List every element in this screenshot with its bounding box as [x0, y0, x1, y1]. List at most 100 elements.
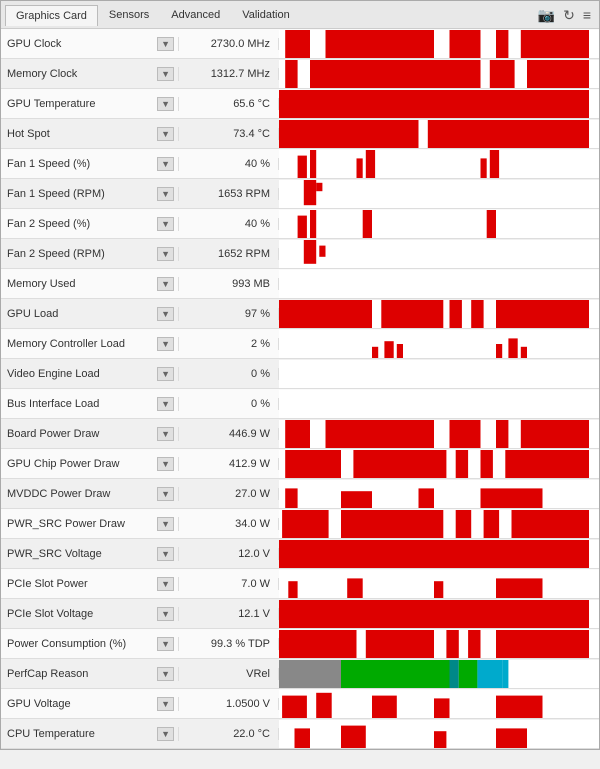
- sensor-value-label: 993 MB: [179, 278, 279, 290]
- sensor-name-label: GPU Voltage: [7, 698, 71, 710]
- sensor-graph: [279, 690, 599, 718]
- sensor-name-label: GPU Chip Power Draw: [7, 458, 119, 470]
- table-row: Fan 1 Speed (%)▼40 %: [1, 149, 599, 179]
- sensor-graph: [279, 240, 599, 268]
- sensor-value-label: 412.9 W: [179, 458, 279, 470]
- sensor-graph: [279, 570, 599, 598]
- camera-icon[interactable]: 📷: [538, 8, 555, 22]
- dropdown-arrow-icon[interactable]: ▼: [157, 637, 174, 651]
- sensor-graph: [279, 60, 599, 88]
- sensor-value-label: 12.0 V: [179, 548, 279, 560]
- sensor-value-label: 40 %: [179, 218, 279, 230]
- sensor-graph: [279, 180, 599, 208]
- dropdown-arrow-icon[interactable]: ▼: [157, 97, 174, 111]
- dropdown-arrow-icon[interactable]: ▼: [157, 487, 174, 501]
- refresh-icon[interactable]: ↻: [563, 8, 575, 22]
- table-row: Bus Interface Load▼0 %: [1, 389, 599, 419]
- tab-advanced[interactable]: Advanced: [160, 4, 231, 25]
- sensor-value-label: 1652 RPM: [179, 248, 279, 260]
- sensor-value-label: 99.3 % TDP: [179, 638, 279, 650]
- sensor-value-label: 65.6 °C: [179, 98, 279, 110]
- sensor-value-label: VRel: [179, 668, 279, 680]
- sensor-value-label: 27.0 W: [179, 488, 279, 500]
- sensor-name-label: Memory Clock: [7, 68, 77, 80]
- sensor-value-label: 97 %: [179, 308, 279, 320]
- table-row: PCIe Slot Power ▼ 7.0 W: [1, 569, 599, 599]
- dropdown-arrow-icon[interactable]: ▼: [157, 367, 174, 381]
- dropdown-arrow-icon[interactable]: ▼: [157, 397, 174, 411]
- sensor-name-label: GPU Load: [7, 308, 58, 320]
- sensor-name-label: GPU Temperature: [7, 98, 95, 110]
- sensor-value-label: 2 %: [179, 338, 279, 350]
- dropdown-arrow-icon[interactable]: ▼: [157, 547, 174, 561]
- dropdown-arrow-icon[interactable]: ▼: [157, 697, 174, 711]
- table-row: PWR_SRC Power Draw▼34.0 W: [1, 509, 599, 539]
- sensor-name-label: Fan 1 Speed (RPM): [7, 188, 105, 200]
- sensor-graph: [279, 300, 599, 328]
- sensor-value-label: 2730.0 MHz: [179, 38, 279, 50]
- dropdown-arrow-icon[interactable]: ▼: [157, 307, 174, 321]
- tab-validation[interactable]: Validation: [231, 4, 301, 25]
- sensor-name-label: Memory Controller Load: [7, 338, 125, 350]
- menu-icon[interactable]: ≡: [583, 8, 591, 22]
- sensor-value-label: 12.1 V: [179, 608, 279, 620]
- table-row: GPU Chip Power Draw ▼ 412.9 W: [1, 449, 599, 479]
- sensor-name-label: Fan 1 Speed (%): [7, 158, 90, 170]
- dropdown-arrow-icon[interactable]: ▼: [157, 67, 174, 81]
- sensor-value-label: 7.0 W: [179, 578, 279, 590]
- dropdown-arrow-icon[interactable]: ▼: [157, 127, 174, 141]
- dropdown-arrow-icon[interactable]: ▼: [157, 157, 174, 171]
- dropdown-arrow-icon[interactable]: ▼: [157, 457, 174, 471]
- dropdown-arrow-icon[interactable]: ▼: [157, 37, 174, 51]
- dropdown-arrow-icon[interactable]: ▼: [157, 517, 174, 531]
- sensor-name-label: Video Engine Load: [7, 368, 100, 380]
- sensor-graph: [279, 450, 599, 478]
- table-row: Memory Clock ▼ 1312.7 MHz: [1, 59, 599, 89]
- sensor-value-label: 1653 RPM: [179, 188, 279, 200]
- table-row: Fan 1 Speed (RPM) ▼ 1653 RPM: [1, 179, 599, 209]
- dropdown-arrow-icon[interactable]: ▼: [157, 187, 174, 201]
- sensor-name-label: Bus Interface Load: [7, 398, 99, 410]
- sensor-graph: [279, 150, 599, 178]
- table-row: Fan 2 Speed (RPM) ▼ 1652 RPM: [1, 239, 599, 269]
- dropdown-arrow-icon[interactable]: ▼: [157, 727, 174, 741]
- sensor-name-label: Fan 2 Speed (RPM): [7, 248, 105, 260]
- sensor-graph: [279, 420, 599, 448]
- dropdown-arrow-icon[interactable]: ▼: [157, 667, 174, 681]
- tab-sensors[interactable]: Sensors: [98, 4, 160, 25]
- dropdown-arrow-icon[interactable]: ▼: [157, 607, 174, 621]
- table-row: CPU Temperature▼22.0 °C: [1, 719, 599, 749]
- sensor-name-label: Power Consumption (%): [7, 638, 126, 650]
- table-row: PerfCap Reason ▼ VRel: [1, 659, 599, 689]
- dropdown-arrow-icon[interactable]: ▼: [157, 577, 174, 591]
- table-row: GPU Clock▼2730.0 MHz: [1, 29, 599, 59]
- sensor-graph: [279, 330, 599, 358]
- sensor-graph: [279, 270, 599, 298]
- sensor-graph: [279, 390, 599, 418]
- sensor-name-label: Fan 2 Speed (%): [7, 218, 90, 230]
- sensor-graph: [279, 120, 599, 148]
- sensor-graph: [279, 90, 599, 118]
- tab-icons: 📷 ↻ ≡: [538, 8, 595, 22]
- sensor-graph: [279, 720, 599, 748]
- sensor-graph: [279, 660, 599, 688]
- sensor-name-label: PCIe Slot Voltage: [7, 608, 93, 620]
- table-row: Board Power Draw▼446.9 W: [1, 419, 599, 449]
- sensor-name-label: PerfCap Reason: [7, 668, 88, 680]
- dropdown-arrow-icon[interactable]: ▼: [157, 337, 174, 351]
- tab-graphics-card[interactable]: Graphics Card: [5, 5, 98, 26]
- table-row: PCIe Slot Voltage ▼ 12.1 V: [1, 599, 599, 629]
- table-row: Hot Spot▼73.4 °C: [1, 119, 599, 149]
- dropdown-arrow-icon[interactable]: ▼: [157, 247, 174, 261]
- dropdown-arrow-icon[interactable]: ▼: [157, 427, 174, 441]
- sensor-value-label: 0 %: [179, 368, 279, 380]
- table-row: GPU Load ▼ 97 %: [1, 299, 599, 329]
- dropdown-arrow-icon[interactable]: ▼: [157, 277, 174, 291]
- sensor-name-label: Board Power Draw: [7, 428, 99, 440]
- sensor-graph: [279, 480, 599, 508]
- sensor-name-label: PCIe Slot Power: [7, 578, 88, 590]
- sensor-name-label: CPU Temperature: [7, 728, 95, 740]
- sensor-graph: [279, 210, 599, 238]
- sensor-value-label: 1312.7 MHz: [179, 68, 279, 80]
- dropdown-arrow-icon[interactable]: ▼: [157, 217, 174, 231]
